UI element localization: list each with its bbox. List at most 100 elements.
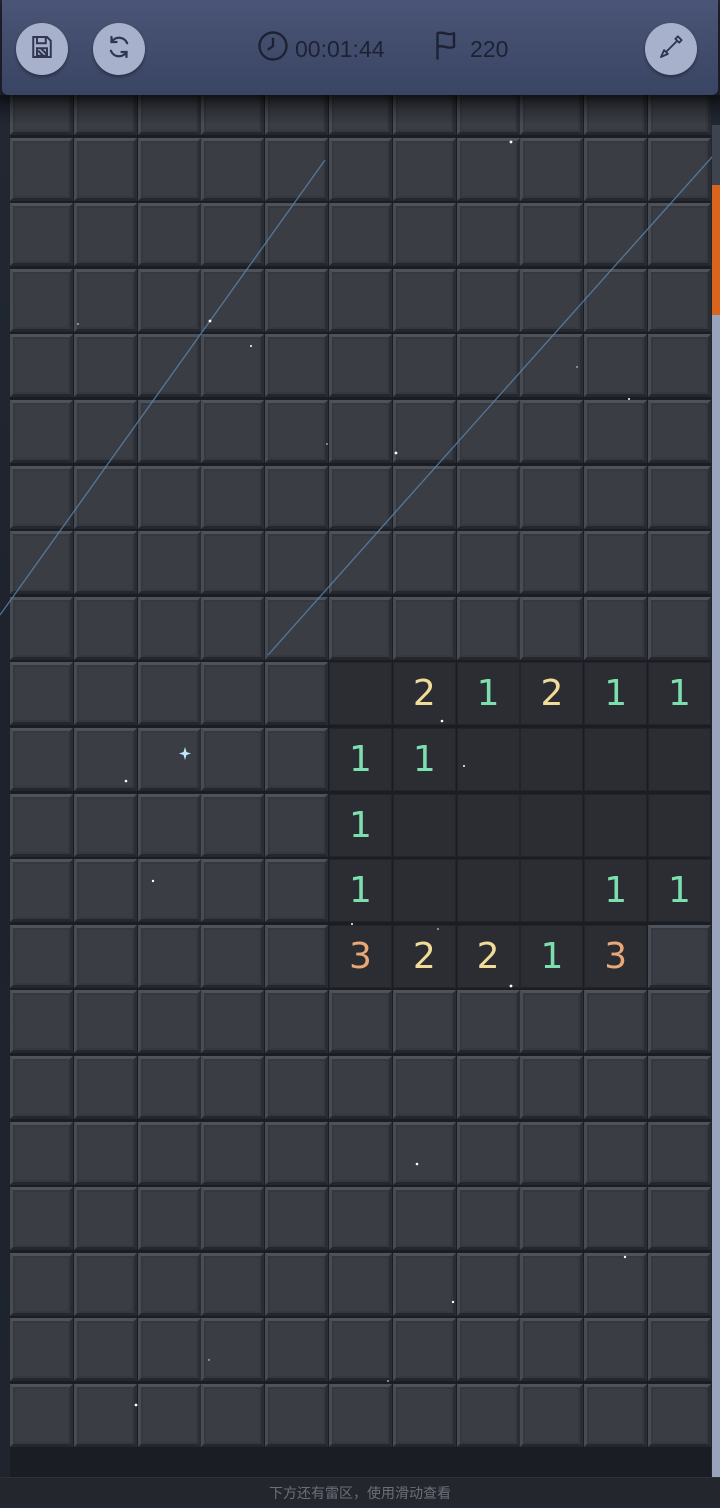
covered-cell[interactable] bbox=[73, 596, 137, 660]
covered-cell[interactable] bbox=[392, 334, 456, 398]
covered-cell[interactable] bbox=[73, 1384, 137, 1447]
covered-cell[interactable] bbox=[265, 334, 329, 398]
covered-cell[interactable] bbox=[10, 531, 73, 595]
covered-cell[interactable] bbox=[456, 268, 520, 332]
covered-cell[interactable] bbox=[137, 1056, 201, 1119]
covered-cell[interactable] bbox=[520, 1056, 584, 1119]
covered-cell[interactable] bbox=[10, 1318, 73, 1382]
revealed-cell[interactable] bbox=[329, 662, 392, 726]
covered-cell[interactable] bbox=[201, 531, 265, 595]
covered-cell[interactable] bbox=[648, 334, 711, 398]
covered-cell[interactable] bbox=[584, 1121, 648, 1185]
covered-cell[interactable] bbox=[329, 1384, 392, 1447]
covered-cell[interactable] bbox=[584, 465, 648, 529]
covered-cell[interactable] bbox=[265, 990, 329, 1054]
covered-cell[interactable] bbox=[201, 465, 265, 529]
covered-cell[interactable] bbox=[265, 465, 329, 529]
covered-cell[interactable] bbox=[456, 1121, 520, 1185]
covered-cell[interactable] bbox=[648, 268, 711, 332]
covered-cell[interactable] bbox=[137, 596, 201, 660]
covered-cell[interactable] bbox=[10, 596, 73, 660]
revealed-cell[interactable]: 3 bbox=[584, 924, 648, 988]
covered-cell[interactable] bbox=[10, 793, 73, 857]
covered-cell[interactable] bbox=[329, 268, 392, 332]
covered-cell[interactable] bbox=[265, 859, 329, 923]
covered-cell[interactable] bbox=[520, 596, 584, 660]
covered-cell[interactable] bbox=[201, 1187, 265, 1251]
covered-cell[interactable] bbox=[265, 596, 329, 660]
revealed-cell[interactable] bbox=[648, 728, 711, 791]
covered-cell[interactable] bbox=[201, 728, 265, 791]
revealed-cell[interactable] bbox=[456, 728, 520, 791]
covered-cell[interactable] bbox=[73, 1187, 137, 1251]
covered-cell[interactable] bbox=[137, 1252, 201, 1316]
revealed-cell[interactable] bbox=[456, 859, 520, 923]
covered-cell[interactable] bbox=[584, 1056, 648, 1119]
covered-cell[interactable] bbox=[10, 728, 73, 791]
covered-cell[interactable] bbox=[201, 990, 265, 1054]
minefield-grid[interactable]: 2121111111132213 bbox=[10, 72, 711, 1477]
covered-cell[interactable] bbox=[456, 1318, 520, 1382]
covered-cell[interactable] bbox=[73, 334, 137, 398]
covered-cell[interactable] bbox=[584, 1252, 648, 1316]
covered-cell[interactable] bbox=[584, 203, 648, 267]
revealed-cell[interactable]: 3 bbox=[329, 924, 392, 988]
covered-cell[interactable] bbox=[584, 1318, 648, 1382]
covered-cell[interactable] bbox=[265, 1121, 329, 1185]
covered-cell[interactable] bbox=[137, 924, 201, 988]
covered-cell[interactable] bbox=[73, 728, 137, 791]
covered-cell[interactable] bbox=[201, 1121, 265, 1185]
covered-cell[interactable] bbox=[10, 1187, 73, 1251]
revealed-cell[interactable]: 2 bbox=[520, 662, 584, 726]
covered-cell[interactable] bbox=[584, 1384, 648, 1447]
covered-cell[interactable] bbox=[648, 1384, 711, 1447]
covered-cell[interactable] bbox=[648, 1187, 711, 1251]
covered-cell[interactable] bbox=[10, 662, 73, 726]
covered-cell[interactable] bbox=[137, 1187, 201, 1251]
revealed-cell[interactable] bbox=[520, 793, 584, 857]
covered-cell[interactable] bbox=[201, 924, 265, 988]
covered-cell[interactable] bbox=[265, 1252, 329, 1316]
covered-cell[interactable] bbox=[201, 1384, 265, 1447]
covered-cell[interactable] bbox=[73, 268, 137, 332]
revealed-cell[interactable]: 2 bbox=[392, 924, 456, 988]
covered-cell[interactable] bbox=[10, 859, 73, 923]
covered-cell[interactable] bbox=[137, 1121, 201, 1185]
covered-cell[interactable] bbox=[584, 531, 648, 595]
covered-cell[interactable] bbox=[137, 1384, 201, 1447]
covered-cell[interactable] bbox=[520, 137, 584, 201]
covered-cell[interactable] bbox=[137, 1318, 201, 1382]
covered-cell[interactable] bbox=[392, 1252, 456, 1316]
covered-cell[interactable] bbox=[73, 1121, 137, 1185]
covered-cell[interactable] bbox=[584, 334, 648, 398]
covered-cell[interactable] bbox=[265, 268, 329, 332]
covered-cell[interactable] bbox=[584, 596, 648, 660]
covered-cell[interactable] bbox=[137, 268, 201, 332]
covered-cell[interactable] bbox=[265, 1384, 329, 1447]
covered-cell[interactable] bbox=[456, 596, 520, 660]
revealed-cell[interactable]: 1 bbox=[648, 662, 711, 726]
covered-cell[interactable] bbox=[10, 400, 73, 463]
covered-cell[interactable] bbox=[10, 1056, 73, 1119]
covered-cell[interactable] bbox=[456, 1384, 520, 1447]
covered-cell[interactable] bbox=[73, 1252, 137, 1316]
covered-cell[interactable] bbox=[329, 1318, 392, 1382]
covered-cell[interactable] bbox=[329, 1056, 392, 1119]
covered-cell[interactable] bbox=[265, 924, 329, 988]
revealed-cell[interactable]: 1 bbox=[456, 662, 520, 726]
covered-cell[interactable] bbox=[648, 137, 711, 201]
covered-cell[interactable] bbox=[201, 793, 265, 857]
covered-cell[interactable] bbox=[648, 1318, 711, 1382]
covered-cell[interactable] bbox=[265, 203, 329, 267]
covered-cell[interactable] bbox=[392, 596, 456, 660]
covered-cell[interactable] bbox=[392, 268, 456, 332]
covered-cell[interactable] bbox=[456, 531, 520, 595]
covered-cell[interactable] bbox=[584, 400, 648, 463]
covered-cell[interactable] bbox=[329, 137, 392, 201]
revealed-cell[interactable] bbox=[584, 728, 648, 791]
covered-cell[interactable] bbox=[520, 1384, 584, 1447]
covered-cell[interactable] bbox=[456, 1187, 520, 1251]
covered-cell[interactable] bbox=[265, 662, 329, 726]
revealed-cell[interactable] bbox=[648, 793, 711, 857]
covered-cell[interactable] bbox=[201, 137, 265, 201]
